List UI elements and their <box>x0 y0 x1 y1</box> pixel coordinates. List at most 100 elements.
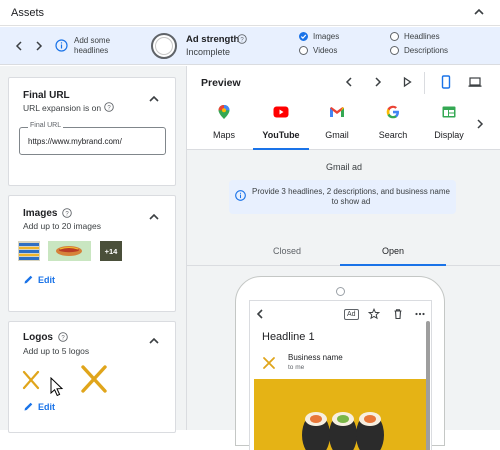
tab-label: YouTube <box>262 130 300 140</box>
unchecked-icon <box>390 46 399 55</box>
scrollbar[interactable] <box>426 321 430 450</box>
placement-label: Gmail ad <box>325 162 362 172</box>
preview-panel: Preview Maps YouTube Gmail Search Displa… <box>186 66 500 450</box>
field-value[interactable]: https://www.mybrand.com/ <box>28 137 122 146</box>
card-title: Logos <box>23 332 53 343</box>
gmail-icon <box>330 107 344 117</box>
display-icon <box>442 106 456 118</box>
fork-knife-logo[interactable] <box>20 369 42 391</box>
help-icon[interactable]: ? <box>237 34 247 44</box>
pencil-icon <box>24 275 33 284</box>
play-button[interactable] <box>399 74 415 90</box>
edit-label: Edit <box>38 401 55 412</box>
info-icon <box>235 190 246 201</box>
phone-icon <box>441 75 451 89</box>
svg-text:?: ? <box>61 335 65 341</box>
chevron-left-icon[interactable] <box>13 40 25 52</box>
play-icon <box>403 76 412 88</box>
fork-knife-logo <box>263 357 275 369</box>
final-url-card: Final URL URL expansion is on ? Final UR… <box>8 77 176 186</box>
incomplete-notice: Provide 3 headlines, 2 descriptions, and… <box>229 180 456 214</box>
star-icon[interactable] <box>368 308 380 320</box>
back-arrow-icon[interactable] <box>254 308 266 320</box>
svg-text:?: ? <box>107 105 111 111</box>
tab-label: Maps <box>212 130 235 140</box>
image-thumbnail[interactable] <box>18 241 40 261</box>
tab-youtube[interactable]: YouTube <box>255 102 307 146</box>
ad-strength-value: Incomplete <box>186 47 231 57</box>
tab-label: Gmail <box>325 130 349 140</box>
more-icon[interactable] <box>414 308 426 320</box>
chevron-up-icon[interactable] <box>147 210 161 224</box>
images-card: Images ? Add up to 20 images +14 Edit <box>8 195 176 312</box>
mode-open[interactable]: Open <box>353 246 433 256</box>
desktop-view-button[interactable] <box>467 74 483 90</box>
edit-label: Edit <box>38 274 55 285</box>
chevron-right-icon[interactable] <box>474 118 486 130</box>
checklist-label: Videos <box>313 46 338 55</box>
checklist-label: Headlines <box>404 32 440 41</box>
chevron-up-icon[interactable] <box>147 92 161 106</box>
strength-hint: Add some headlines <box>74 36 111 55</box>
tab-gmail[interactable]: Gmail <box>311 102 363 146</box>
tab-label: Search <box>378 130 408 140</box>
help-icon[interactable]: ? <box>58 332 68 342</box>
unchecked-icon <box>299 46 308 55</box>
fork-knife-logo[interactable] <box>78 364 110 394</box>
logos-card: Logos ? Add up to 5 logos Edit <box>8 321 176 433</box>
toolbar-divider <box>424 72 425 94</box>
field-label: Final URL <box>28 122 64 129</box>
help-icon[interactable]: ? <box>104 102 114 112</box>
youtube-icon <box>273 106 289 118</box>
tab-maps[interactable]: Maps <box>198 102 250 146</box>
svg-text:?: ? <box>240 37 244 43</box>
more-images-tile[interactable]: +14 <box>100 241 122 261</box>
checklist-videos: Videos <box>299 46 337 55</box>
assets-panel: Final URL URL expansion is on ? Final UR… <box>0 66 186 433</box>
business-name: Business name <box>288 353 343 362</box>
ad-strength-ring <box>151 33 177 59</box>
checklist-descriptions: Descriptions <box>390 46 448 55</box>
card-subtitle: URL expansion is on <box>23 103 102 113</box>
tab-search[interactable]: Search <box>367 102 419 146</box>
maps-icon <box>218 105 230 119</box>
notice-text: Provide 3 headlines, 2 descriptions, and… <box>252 187 450 206</box>
chevron-left-icon <box>345 77 352 87</box>
chevron-up-icon[interactable] <box>147 334 161 348</box>
checklist-label: Images <box>313 32 340 41</box>
section-title: Assets <box>11 7 45 19</box>
final-url-field[interactable]: Final URL https://www.mybrand.com/ <box>19 122 166 155</box>
pencil-icon <box>24 402 33 411</box>
tab-display[interactable]: Display <box>423 102 475 146</box>
card-title: Images <box>23 208 58 219</box>
mode-closed[interactable]: Closed <box>247 246 327 256</box>
checklist-images: Images <box>299 32 339 41</box>
checklist-label: Descriptions <box>404 46 449 55</box>
mouse-cursor-icon <box>50 377 64 397</box>
checked-icon <box>299 32 308 41</box>
laptop-icon <box>468 77 482 87</box>
images-edit-link[interactable]: Edit <box>23 274 55 285</box>
delete-icon[interactable] <box>392 308 404 320</box>
preview-title: Preview <box>201 77 241 89</box>
previous-button[interactable] <box>341 74 357 90</box>
chevron-right-icon[interactable] <box>33 40 45 52</box>
ad-strength-bar: Add some headlines Ad strength ? Incompl… <box>0 27 500 65</box>
phone-frame: Ad Headline 1 Business name to me <box>235 276 445 450</box>
image-thumbnail[interactable] <box>48 241 91 261</box>
more-count: +14 <box>104 246 118 256</box>
help-icon[interactable]: ? <box>62 208 72 218</box>
unchecked-icon <box>390 32 399 41</box>
next-button[interactable] <box>370 74 386 90</box>
active-tab-indicator <box>253 148 309 150</box>
logos-edit-link[interactable]: Edit <box>23 401 55 412</box>
phone-camera <box>336 287 345 296</box>
preview-toolbar: Preview Maps YouTube Gmail Search Displa… <box>187 66 500 150</box>
checklist-headlines: Headlines <box>390 32 440 41</box>
mobile-view-button[interactable] <box>438 74 454 90</box>
info-icon <box>55 39 68 52</box>
ad-strength-label: Ad strength <box>186 34 240 45</box>
google-icon <box>386 105 399 119</box>
chevron-up-icon[interactable] <box>472 5 486 19</box>
phone-screen: Ad Headline 1 Business name to me <box>249 300 432 450</box>
